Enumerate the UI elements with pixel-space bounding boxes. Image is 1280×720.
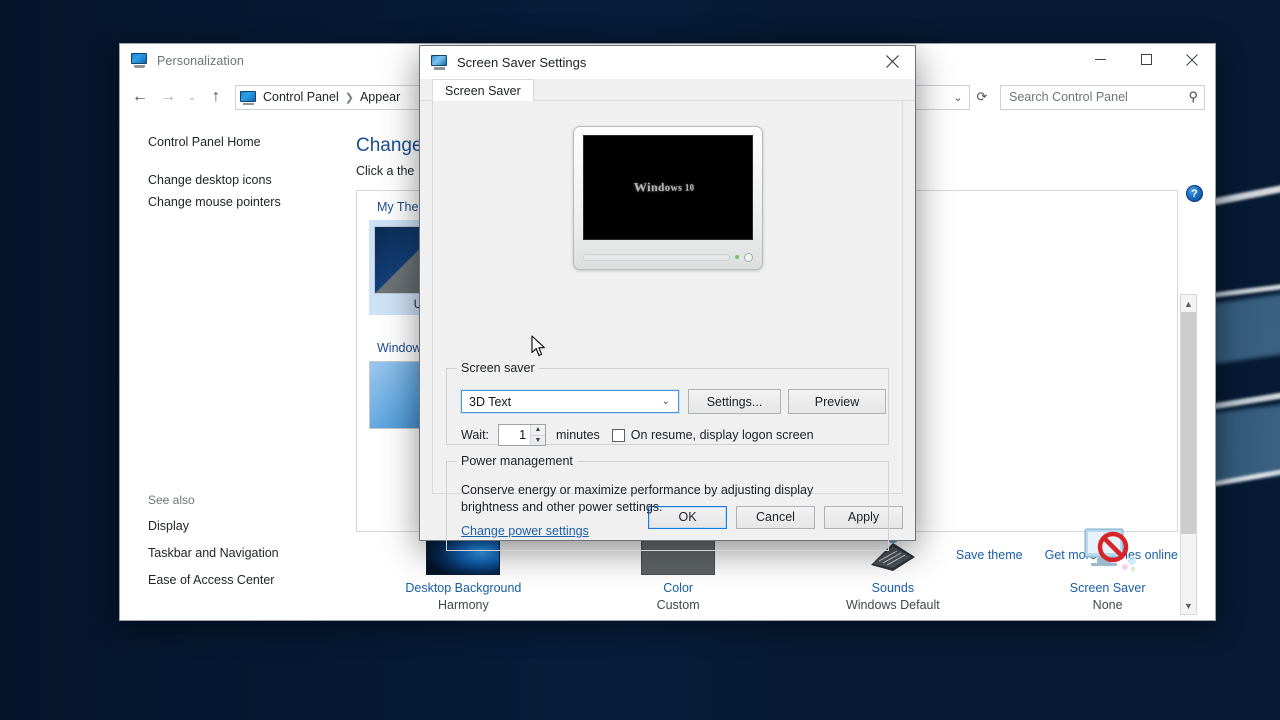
logon-screen-checkbox[interactable] (611, 428, 625, 442)
dialog-title: Screen Saver Settings (457, 55, 587, 70)
tab-screen-saver[interactable]: Screen Saver (432, 79, 534, 101)
screen-saver-group-legend: Screen saver (457, 361, 539, 375)
power-management-group: Power management Conserve energy or maxi… (446, 454, 889, 551)
screen-saver-disabled-icon (1000, 528, 1215, 575)
dialog-content: Windows 10 Screen saver 3D Text ⌄ Settin… (432, 101, 903, 551)
monitor-preview: Windows 10 (572, 126, 763, 270)
window-controls (1077, 44, 1215, 75)
wait-row: Wait: 1 ▲ ▼ minutes On resume, display l… (461, 424, 814, 446)
help-icon[interactable]: ? (1186, 185, 1203, 202)
item-screen-saver[interactable]: Screen Saver None (1000, 528, 1215, 612)
screen-saver-dropdown[interactable]: 3D Text ⌄ (460, 389, 680, 414)
close-icon[interactable] (869, 46, 915, 77)
power-button-icon (743, 252, 753, 262)
stepper-up-icon[interactable]: ▲ (531, 425, 546, 436)
search-icon: ⚲ (1188, 89, 1198, 104)
up-button[interactable]: ↑ (202, 83, 230, 111)
breadcrumb-control-panel[interactable]: Control Panel (263, 90, 339, 104)
wait-label: Wait: (461, 428, 490, 442)
stepper-arrows[interactable]: ▲ ▼ (530, 425, 546, 446)
minutes-label: minutes (556, 428, 600, 442)
preview-screen: Windows 10 (582, 135, 753, 240)
back-button[interactable]: ← (126, 83, 154, 111)
personalization-icon (131, 53, 148, 68)
refresh-icon[interactable]: ⟳ (970, 89, 994, 105)
address-dropdown-chevron-icon[interactable]: ⌄ (947, 91, 969, 104)
monitor-base (582, 250, 753, 264)
item-value: Windows Default (845, 598, 940, 612)
sidebar-item-change-desktop-icons[interactable]: Change desktop icons (148, 173, 356, 187)
preview-button[interactable]: Preview (788, 389, 886, 414)
forward-button[interactable]: → (154, 83, 182, 111)
change-power-settings-link[interactable]: Change power settings (461, 524, 589, 538)
power-management-description: Conserve energy or maximize performance … (461, 483, 814, 514)
dialog-titlebar: Screen Saver Settings (420, 46, 915, 79)
item-title[interactable]: Color (571, 581, 786, 595)
item-title[interactable]: Screen Saver (1000, 581, 1215, 595)
wait-stepper[interactable]: 1 ▲ ▼ (498, 424, 547, 446)
wait-value[interactable]: 1 (499, 428, 530, 442)
stepper-down-icon[interactable]: ▼ (531, 436, 545, 446)
dialog-tabstrip: Screen Saver (420, 79, 915, 101)
item-title[interactable]: Desktop Background (356, 581, 571, 595)
maximize-icon[interactable] (1123, 44, 1169, 75)
address-bar-icon (240, 90, 257, 105)
screen-saver-icon (431, 55, 448, 70)
search-box[interactable]: Search Control Panel ⚲ (1000, 84, 1205, 110)
item-value: Custom (656, 598, 700, 612)
preview-area: Windows 10 (433, 101, 902, 270)
scrollbar-thumb[interactable] (1181, 312, 1196, 534)
search-input[interactable]: Search Control Panel (1009, 90, 1188, 104)
screen-saver-group: Screen saver 3D Text ⌄ Settings... Previ… (446, 361, 889, 446)
item-value: Harmony (438, 598, 489, 612)
recent-locations-chevron-icon[interactable]: ⌄ (182, 83, 202, 111)
logon-screen-label[interactable]: On resume, display logon screen (631, 428, 814, 442)
chevron-down-icon: ⌄ (661, 396, 670, 407)
power-management-legend: Power management (457, 454, 577, 468)
breadcrumb-appearance[interactable]: Appear (360, 90, 400, 104)
window-title: Personalization (157, 53, 244, 68)
item-value: None (1092, 598, 1123, 612)
close-icon[interactable] (1169, 44, 1215, 75)
settings-button[interactable]: Settings... (688, 389, 781, 414)
item-title[interactable]: Sounds (786, 581, 1001, 595)
screen-saver-settings-dialog: Screen Saver Settings Screen Saver Windo… (419, 45, 916, 551)
screen-saver-selected-value: 3D Text (469, 394, 512, 409)
see-also-title: See also (148, 493, 195, 507)
sidebar-item-control-panel-home[interactable]: Control Panel Home (148, 135, 356, 149)
breadcrumb-separator-icon: ❯ (344, 91, 354, 104)
sidebar-item-change-mouse-pointers[interactable]: Change mouse pointers (148, 195, 356, 209)
scroll-up-icon[interactable]: ▲ (1181, 295, 1196, 312)
preview-screen-text: Windows 10 (633, 180, 695, 195)
minimize-icon[interactable] (1077, 44, 1123, 75)
power-led-icon (734, 255, 739, 259)
